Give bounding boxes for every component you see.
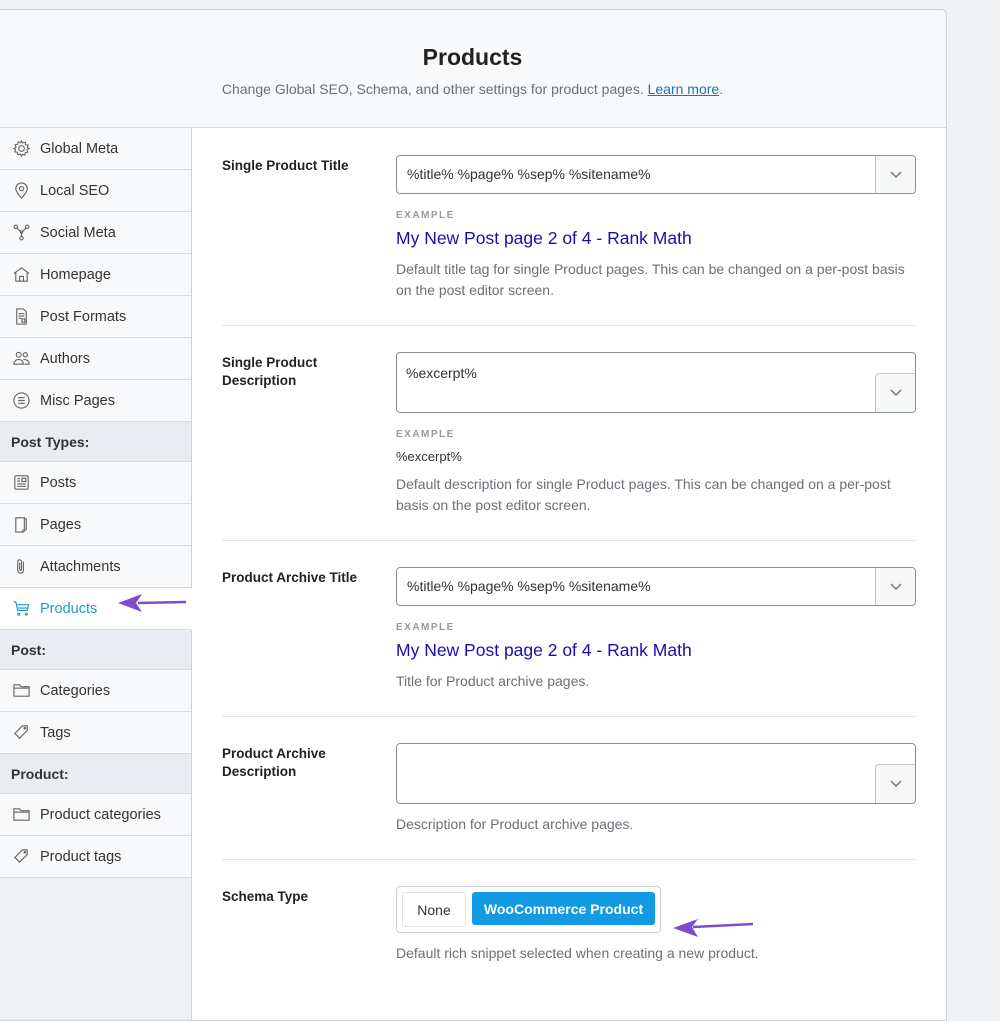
sidebar-item-label: Product categories	[40, 806, 161, 823]
field-description: Description for Product archive pages.	[396, 816, 634, 832]
sidebar-item-misc-pages[interactable]: Misc Pages	[0, 380, 191, 422]
sidebar-item-label: Post Formats	[40, 308, 127, 325]
settings-content: Single Product Title %title% %page% %sep…	[192, 128, 946, 1020]
chevron-down-icon	[889, 389, 902, 397]
sidebar-item-pages[interactable]: Pages	[0, 504, 191, 546]
sidebar-item-label: Categories	[40, 682, 111, 699]
sidebar-item-global-meta[interactable]: Global Meta	[0, 128, 191, 170]
page-header: Products Change Global SEO, Schema, and …	[0, 10, 946, 128]
users-icon	[11, 349, 31, 369]
sidebar-item-label: Misc Pages	[40, 392, 115, 409]
annotation-arrow-schema	[673, 919, 754, 937]
home-icon	[11, 265, 31, 285]
page-icon	[11, 515, 31, 535]
gear-icon	[11, 139, 31, 159]
page-title: Products	[422, 44, 523, 70]
field-label: Single Product Title	[222, 158, 349, 173]
location-pin-icon	[11, 181, 31, 201]
sidebar-item-label: Local SEO	[40, 182, 110, 199]
sidebar-item-homepage[interactable]: Homepage	[0, 254, 191, 296]
field-row-schema-type: Schema Type None WooCommerce Product Def…	[222, 860, 916, 988]
field-row-archive-description: Product Archive Description Description …	[222, 717, 916, 860]
sidebar-item-label: Product tags	[40, 848, 122, 865]
variables-dropdown-button[interactable]	[875, 764, 915, 803]
tag-icon	[11, 723, 31, 743]
sidebar-item-product-categories[interactable]: Product categories	[0, 794, 191, 836]
archive-description-textarea[interactable]	[396, 743, 916, 804]
sidebar-item-categories[interactable]: Categories	[0, 670, 191, 712]
sidebar-item-label: Tags	[40, 724, 71, 741]
settings-sidebar: Global Meta Local SEO Social Meta Homepa…	[0, 128, 192, 1020]
post-icon	[11, 473, 31, 493]
sidebar-heading-post-types: Post Types:	[0, 422, 191, 462]
sidebar-item-label: Posts	[40, 474, 77, 491]
chevron-down-icon	[889, 780, 902, 788]
variables-dropdown-button[interactable]	[875, 568, 915, 605]
page-subtitle: Change Global SEO, Schema, and other set…	[221, 81, 724, 97]
sidebar-item-label: Homepage	[40, 266, 111, 283]
annotation-arrow-products	[118, 594, 187, 612]
sidebar-item-label: Authors	[40, 350, 90, 367]
field-label: Schema Type	[222, 889, 309, 904]
single-title-input[interactable]: %title% %page% %sep% %sitename%	[396, 155, 916, 194]
variables-dropdown-button[interactable]	[875, 156, 915, 193]
folder-icon	[11, 681, 31, 701]
sidebar-item-posts[interactable]: Posts	[0, 462, 191, 504]
tag-icon	[11, 847, 31, 867]
field-row-single-description: Single Product Description %excerpt% EXA…	[222, 326, 916, 541]
sidebar-item-attachments[interactable]: Attachments	[0, 546, 191, 588]
variables-dropdown-button[interactable]	[875, 373, 915, 412]
list-circle-icon	[11, 391, 31, 411]
field-row-archive-title: Product Archive Title %title% %page% %se…	[222, 541, 916, 717]
archive-title-input[interactable]: %title% %page% %sep% %sitename%	[396, 567, 916, 606]
textarea-value[interactable]	[397, 744, 915, 768]
learn-more-link[interactable]: Learn more	[648, 81, 720, 97]
field-description: Default title tag for single Product pag…	[396, 261, 905, 298]
field-label: Product Archive Description	[222, 746, 326, 779]
settings-panel: Products Change Global SEO, Schema, and …	[0, 9, 947, 1021]
field-label: Single Product Description	[222, 355, 318, 388]
sidebar-item-product-tags[interactable]: Product tags	[0, 836, 191, 878]
single-description-textarea[interactable]: %excerpt%	[396, 352, 916, 413]
sidebar-item-social-meta[interactable]: Social Meta	[0, 212, 191, 254]
field-description: Title for Product archive pages.	[396, 673, 590, 689]
sidebar-item-label: Global Meta	[40, 140, 119, 157]
sidebar-item-local-seo[interactable]: Local SEO	[0, 170, 191, 212]
textarea-value[interactable]: %excerpt%	[397, 353, 915, 393]
chevron-down-icon	[889, 170, 902, 178]
schema-type-toggle: None WooCommerce Product	[396, 886, 661, 933]
share-nodes-icon	[11, 223, 31, 243]
sidebar-item-label: Products	[40, 600, 98, 617]
field-row-single-title: Single Product Title %title% %page% %sep…	[222, 128, 916, 326]
sidebar-item-label: Social Meta	[40, 224, 116, 241]
schema-option-woocommerce-product[interactable]: WooCommerce Product	[472, 892, 655, 925]
folder-icon	[11, 805, 31, 825]
document-icon	[11, 307, 31, 327]
example-label: EXAMPLE	[396, 210, 455, 221]
example-title: My New Post page 2 of 4 - Rank Math	[396, 640, 692, 660]
example-label: EXAMPLE	[396, 622, 455, 633]
sidebar-heading-product: Product:	[0, 754, 191, 794]
input-value[interactable]: %title% %page% %sep% %sitename%	[397, 568, 875, 605]
sidebar-item-post-formats[interactable]: Post Formats	[0, 296, 191, 338]
chevron-down-icon	[889, 582, 902, 590]
sidebar-item-label: Pages	[40, 516, 82, 533]
example-label: EXAMPLE	[396, 429, 455, 440]
schema-option-none[interactable]: None	[402, 892, 466, 927]
sidebar-heading-post: Post:	[0, 630, 191, 670]
field-label: Product Archive Title	[222, 570, 358, 585]
example-description: %excerpt%	[396, 449, 462, 464]
sidebar-item-authors[interactable]: Authors	[0, 338, 191, 380]
input-value[interactable]: %title% %page% %sep% %sitename%	[397, 156, 875, 193]
field-description: Default description for single Product p…	[396, 476, 891, 513]
sidebar-item-label: Attachments	[40, 558, 121, 575]
cart-icon	[11, 599, 31, 619]
example-title: My New Post page 2 of 4 - Rank Math	[396, 228, 692, 248]
field-description: Default rich snippet selected when creat…	[396, 945, 759, 961]
sidebar-item-tags[interactable]: Tags	[0, 712, 191, 754]
paperclip-icon	[11, 557, 31, 577]
